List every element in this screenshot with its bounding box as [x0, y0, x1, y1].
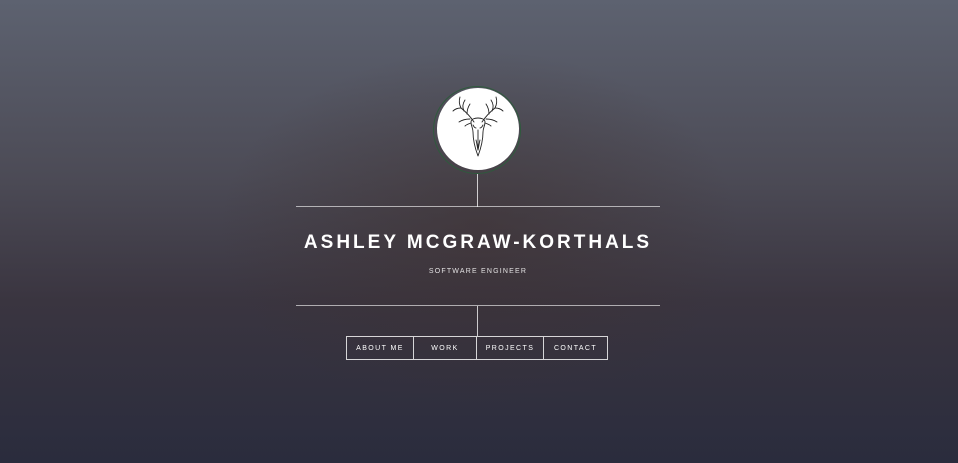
nav-about-me[interactable]: ABOUT ME	[347, 337, 414, 359]
subtitle: SOFTWARE ENGINEER	[428, 268, 528, 275]
logo	[437, 88, 519, 170]
connector-line-top	[477, 174, 478, 207]
page-title: ASHLEY MCGRAW-KORTHALS	[303, 232, 653, 253]
connector-line-bottom	[477, 306, 478, 336]
nav-projects[interactable]: PROJECTS	[477, 337, 544, 359]
divider-bottom	[296, 305, 660, 306]
landing-page: ASHLEY MCGRAW-KORTHALS SOFTWARE ENGINEER…	[0, 0, 958, 463]
nav-contact[interactable]: CONTACT	[544, 337, 607, 359]
divider-top	[296, 206, 660, 207]
main-nav: ABOUT ME WORK PROJECTS CONTACT	[346, 336, 608, 360]
deer-skull-icon	[452, 96, 504, 157]
nav-work[interactable]: WORK	[414, 337, 477, 359]
